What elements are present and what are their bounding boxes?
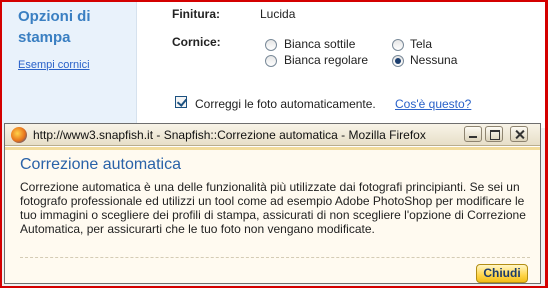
close-button[interactable]: Chiudi — [476, 264, 528, 283]
frame-label: Cornice: — [172, 35, 221, 49]
radio-label-bianca-regolare: Bianca regolare — [284, 53, 369, 67]
whats-this-link[interactable]: Cos'è questo? — [395, 97, 471, 111]
popup-window-title: http://www3.snapfish.it - Snapfish::Corr… — [33, 128, 426, 142]
autocorrect-label: Correggi le foto automaticamente. — [195, 97, 376, 111]
autocorrect-popup-window: http://www3.snapfish.it - Snapfish::Corr… — [4, 123, 541, 284]
print-options-page: Opzioni di stampa Esempi cornici Finitur… — [2, 2, 545, 128]
minimize-icon[interactable] — [464, 126, 482, 142]
frame-examples-link[interactable]: Esempi cornici — [18, 59, 90, 71]
finish-value: Lucida — [260, 7, 296, 21]
radio-bianca-sottile[interactable] — [265, 39, 277, 51]
left-panel: Opzioni di stampa Esempi cornici — [2, 2, 137, 128]
popup-content: Correzione automatica Correzione automat… — [5, 147, 540, 283]
radio-tela[interactable] — [392, 39, 404, 51]
radio-label-bianca-sottile: Bianca sottile — [284, 37, 356, 51]
maximize-icon[interactable] — [485, 126, 503, 142]
firefox-icon — [11, 127, 27, 143]
popup-heading: Correzione automatica — [20, 156, 181, 173]
radio-label-tela: Tela — [410, 37, 433, 51]
print-options-title: Opzioni di stampa — [18, 8, 91, 46]
autocorrect-checkbox[interactable] — [175, 96, 187, 108]
close-icon[interactable] — [510, 126, 528, 142]
popup-titlebar[interactable]: http://www3.snapfish.it - Snapfish::Corr… — [5, 124, 540, 146]
finish-label: Finitura: — [172, 7, 220, 21]
popup-description: Correzione automatica è una delle funzio… — [20, 180, 526, 236]
radio-nessuna[interactable] — [392, 55, 404, 67]
popup-divider — [20, 257, 530, 258]
radio-label-nessuna: Nessuna — [410, 53, 458, 67]
radio-bianca-regolare[interactable] — [265, 55, 277, 67]
